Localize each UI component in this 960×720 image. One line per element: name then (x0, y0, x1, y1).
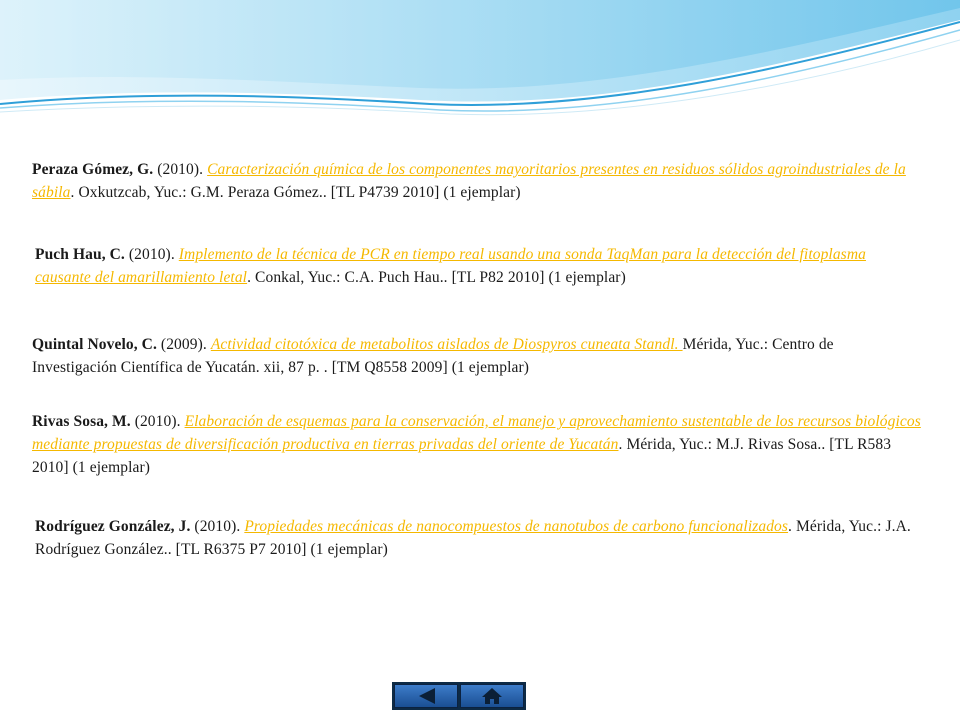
reference-author: Puch Hau, C. (35, 246, 125, 263)
reference-year: (2010). (124, 246, 179, 263)
home-button[interactable] (460, 684, 524, 708)
home-icon (482, 688, 502, 704)
reference-entry: Rivas Sosa, M. (2010). Elaboración de es… (32, 410, 922, 479)
reference-entry: Rodríguez González, J. (2010). Propiedad… (35, 515, 925, 561)
back-button[interactable] (394, 684, 458, 708)
reference-entry: Quintal Novelo, C. (2009). Actividad cit… (32, 333, 922, 379)
reference-year: (2010). (153, 161, 208, 178)
reference-details: . Conkal, Yuc.: C.A. Puch Hau.. [TL P82 … (247, 269, 626, 286)
reference-entry: Puch Hau, C. (2010). Implemento de la té… (35, 243, 925, 289)
reference-year: (2009). (156, 336, 211, 353)
reference-entry: Peraza Gómez, G. (2010). Caracterización… (32, 158, 922, 204)
reference-author: Peraza Gómez, G. (32, 161, 154, 178)
reference-title-link[interactable]: Actividad citotóxica de metabolitos aisl… (211, 336, 683, 353)
back-arrow-icon (419, 688, 435, 704)
reference-year: (2010). (130, 413, 185, 430)
reference-year: (2010). (190, 518, 245, 535)
header-wave-decoration (0, 0, 960, 116)
reference-author: Quintal Novelo, C. (32, 336, 157, 353)
reference-details: . Oxkutzcab, Yuc.: G.M. Peraza Gómez.. [… (70, 184, 521, 201)
slide-navigation-bar (392, 682, 526, 710)
reference-author: Rodríguez González, J. (35, 518, 191, 535)
reference-author: Rivas Sosa, M. (32, 413, 131, 430)
reference-title-link[interactable]: Propiedades mecánicas de nanocompuestos … (244, 518, 788, 535)
